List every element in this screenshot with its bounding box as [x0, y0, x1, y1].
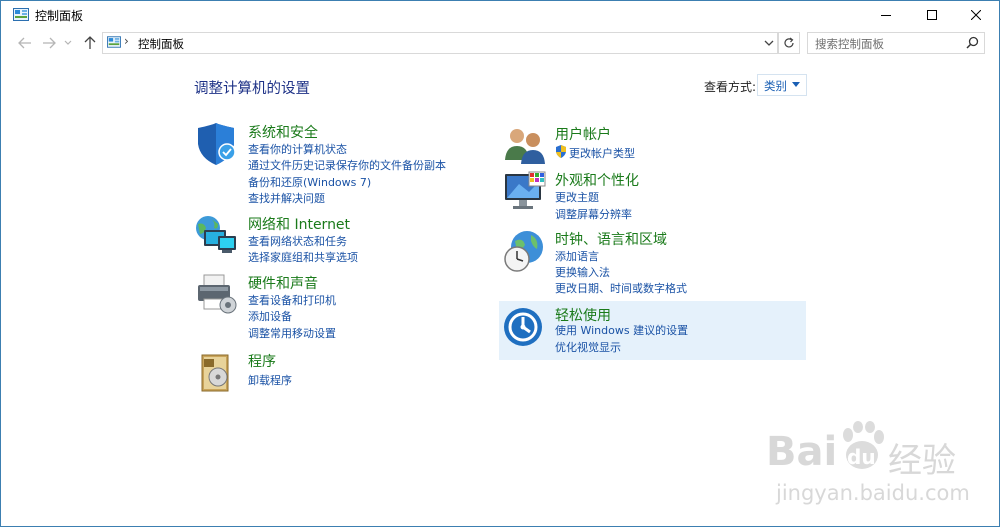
link-view-computer-status[interactable]: 查看你的计算机状态 — [248, 141, 347, 157]
chevron-down-icon[interactable] — [763, 36, 775, 50]
link-file-history[interactable]: 通过文件历史记录保存你的文件备份副本 — [248, 157, 446, 173]
page-title: 调整计算机的设置 — [194, 81, 310, 97]
control-panel-icon — [13, 8, 29, 21]
link-add-device[interactable]: 添加设备 — [248, 308, 292, 324]
caret-down-icon — [792, 82, 800, 87]
forward-button[interactable] — [41, 35, 57, 51]
network-globe-icon[interactable] — [194, 214, 238, 258]
refresh-icon — [784, 37, 794, 48]
link-uninstall-program[interactable]: 卸载程序 — [248, 372, 292, 388]
category-title[interactable]: 硬件和声音 — [248, 273, 318, 293]
minimize-button[interactable] — [863, 1, 909, 29]
link-mobility-settings[interactable]: 调整常用移动设置 — [248, 325, 336, 341]
watermark-url: jingyan.baidu.com — [776, 481, 970, 505]
monitor-palette-icon[interactable] — [503, 170, 547, 214]
recent-locations-button[interactable] — [63, 35, 73, 51]
link-troubleshoot[interactable]: 查找并解决问题 — [248, 190, 325, 206]
arrow-up-icon — [84, 36, 96, 49]
arrow-left-icon — [18, 37, 31, 49]
breadcrumb-separator-icon[interactable]: › — [124, 34, 129, 48]
category-title[interactable]: 网络和 Internet — [248, 214, 350, 234]
address-bar[interactable]: › 控制面板 — [102, 32, 778, 54]
close-icon — [971, 10, 981, 20]
watermark-brand-2: du — [847, 445, 876, 469]
window-title: 控制面板 — [35, 9, 84, 23]
link-change-input-method[interactable]: 更换输入法 — [555, 264, 610, 280]
link-recommended-settings[interactable]: 使用 Windows 建议的设置 — [555, 322, 688, 338]
link-screen-resolution[interactable]: 调整屏幕分辨率 — [555, 206, 632, 222]
minimize-icon — [881, 15, 891, 16]
ease-of-access-icon[interactable] — [503, 305, 547, 349]
title-bar[interactable]: 控制面板 — [1, 1, 999, 29]
up-button[interactable] — [82, 35, 98, 51]
search-box[interactable]: 搜索控制面板 — [807, 32, 985, 54]
link-homegroup-sharing[interactable]: 选择家庭组和共享选项 — [248, 249, 358, 265]
link-network-status[interactable]: 查看网络状态和任务 — [248, 233, 347, 249]
view-by-dropdown[interactable]: 类别 — [757, 74, 807, 96]
printer-icon[interactable] — [194, 273, 238, 317]
search-icon[interactable] — [966, 36, 979, 49]
control-panel-icon — [107, 36, 121, 48]
link-date-time-format[interactable]: 更改日期、时间或数字格式 — [555, 280, 687, 296]
search-placeholder[interactable]: 搜索控制面板 — [815, 36, 884, 52]
close-button[interactable] — [953, 1, 999, 29]
control-panel-window: 控制面板 › 控制面板 搜索控制面板 调整计算机的设置 查看方式: 类别 系统和… — [0, 0, 1000, 527]
view-by-value: 类别 — [764, 79, 787, 93]
programs-icon[interactable] — [194, 351, 238, 395]
watermark-brand-cn: 经验 — [888, 441, 956, 481]
watermark-brand: Bai — [766, 429, 838, 475]
maximize-icon — [927, 10, 937, 20]
uac-shield-icon — [556, 145, 566, 158]
refresh-button[interactable] — [778, 32, 800, 54]
shield-icon[interactable] — [194, 122, 238, 166]
category-title[interactable]: 程序 — [248, 351, 276, 371]
view-by-label: 查看方式: — [704, 80, 757, 94]
link-add-language[interactable]: 添加语言 — [555, 248, 599, 264]
baidu-watermark: Bai du 经验 jingyan.baidu.com — [766, 421, 991, 521]
link-change-account-type[interactable]: 更改帐户类型 — [569, 145, 635, 161]
category-title[interactable]: 时钟、语言和区域 — [555, 229, 667, 249]
link-optimize-visual-display[interactable]: 优化视觉显示 — [555, 339, 621, 355]
arrow-right-icon — [43, 37, 56, 49]
link-change-theme[interactable]: 更改主题 — [555, 189, 599, 205]
category-title[interactable]: 系统和安全 — [248, 122, 318, 142]
chevron-down-icon — [64, 40, 72, 45]
breadcrumb-control-panel[interactable]: 控制面板 — [138, 36, 184, 52]
clock-globe-icon[interactable] — [503, 229, 547, 273]
users-icon[interactable] — [503, 124, 547, 168]
category-title[interactable]: 外观和个性化 — [555, 170, 639, 190]
link-backup-restore[interactable]: 备份和还原(Windows 7) — [248, 174, 371, 190]
link-devices-printers[interactable]: 查看设备和打印机 — [248, 292, 336, 308]
maximize-button[interactable] — [909, 1, 955, 29]
category-title[interactable]: 用户帐户 — [555, 124, 611, 144]
back-button[interactable] — [17, 35, 33, 51]
